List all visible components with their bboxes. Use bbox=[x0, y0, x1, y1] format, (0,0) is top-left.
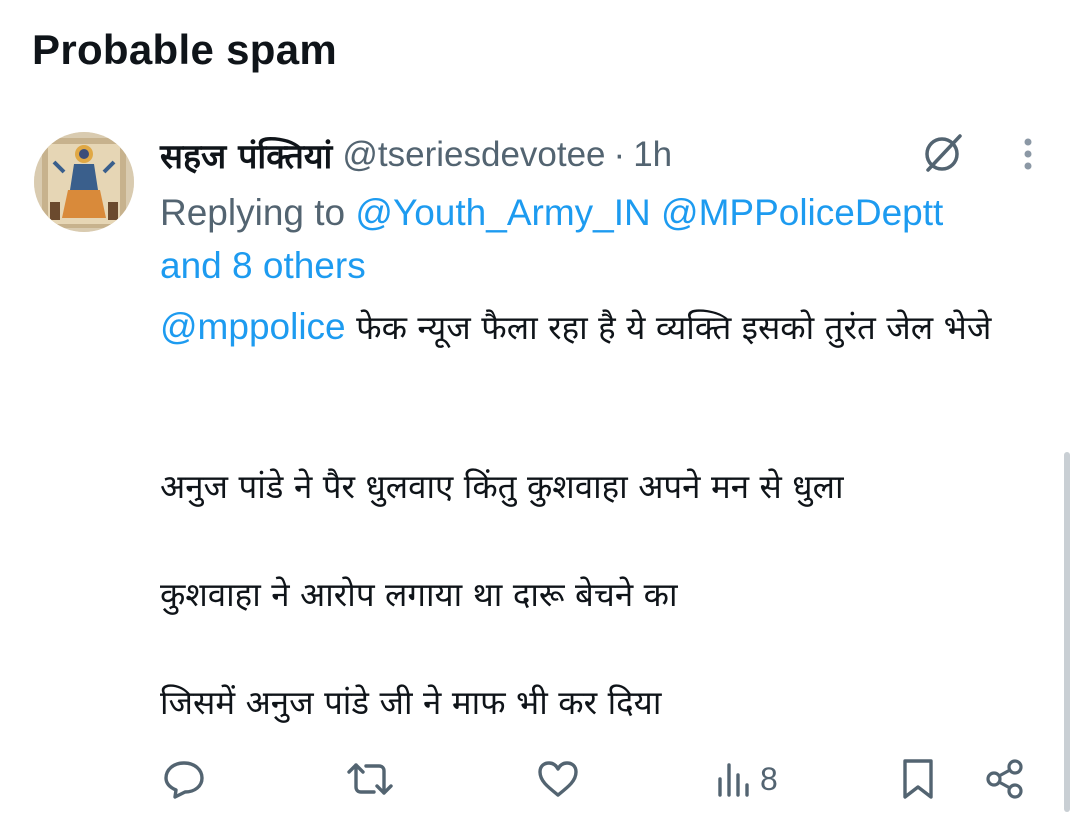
reply-others-link[interactable]: and 8 others bbox=[160, 245, 366, 286]
bookmark-icon bbox=[903, 759, 933, 799]
scrollbar[interactable] bbox=[1064, 452, 1070, 812]
more-options-icon[interactable] bbox=[1015, 136, 1041, 176]
grok-icon[interactable] bbox=[920, 132, 966, 174]
tweet-paragraph: कुशवाहा ने आरोप लगाया था दारू बेचने का bbox=[160, 575, 678, 614]
paragraph-text: फेक न्यूज फैला रहा है ये व्यक्ति इसको तु… bbox=[356, 308, 992, 347]
tweet-paragraph: अनुज पांडे ने पैर धुलवाए किंतु कुशवाहा अ… bbox=[160, 467, 844, 506]
spam-replies-page: Probable spam सहज पंक्तियां @tseriesdevo… bbox=[0, 0, 1072, 819]
tweet-paragraph: जिसमें अनुज पांडे जी ने माफ भी कर दिया bbox=[160, 683, 662, 722]
replying-prefix: Replying to bbox=[160, 192, 346, 233]
share-icon bbox=[986, 759, 1023, 799]
like-icon bbox=[538, 761, 578, 797]
views-icon bbox=[718, 763, 749, 797]
section-title: Probable spam bbox=[32, 26, 337, 73]
replying-to: Replying to @Youth_Army_IN @MPPoliceDept… bbox=[160, 186, 1040, 292]
avatar[interactable] bbox=[34, 132, 134, 232]
display-name[interactable]: सहज पंक्तियां bbox=[160, 132, 332, 178]
reply-mention-link[interactable]: @MPPoliceDeptt bbox=[661, 192, 943, 233]
reply-mention-link[interactable]: @Youth_Army_IN bbox=[355, 192, 650, 233]
tweet-text: @mppolice फेक न्यूज फैला रहा है ये व्यक्… bbox=[160, 300, 1040, 354]
reply-button[interactable] bbox=[162, 756, 206, 802]
bookmark-button[interactable] bbox=[900, 756, 936, 802]
reply-icon bbox=[164, 761, 204, 799]
timestamp[interactable]: 1h bbox=[633, 135, 672, 175]
tweet-paragraph: @mppolice फेक न्यूज फैला रहा है ये व्यक्… bbox=[160, 300, 1040, 354]
tweet-header: सहज पंक्तियां @tseriesdevotee · 1h bbox=[160, 132, 672, 178]
separator-dot: · bbox=[613, 135, 626, 174]
views-count: 8 bbox=[760, 760, 778, 797]
like-button[interactable] bbox=[536, 756, 580, 802]
retweet-icon bbox=[347, 763, 393, 795]
mention-link[interactable]: @mppolice bbox=[160, 306, 346, 347]
share-button[interactable] bbox=[984, 756, 1026, 802]
retweet-button[interactable] bbox=[346, 756, 394, 802]
views-button[interactable]: 8 bbox=[716, 756, 778, 802]
user-handle[interactable]: @tseriesdevotee bbox=[342, 135, 605, 175]
